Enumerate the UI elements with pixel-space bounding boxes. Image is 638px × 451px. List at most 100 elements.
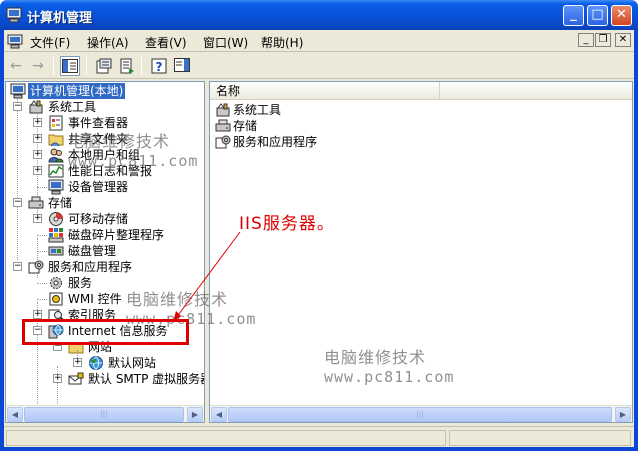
smtp-server-icon	[68, 372, 84, 385]
tree-line	[37, 251, 47, 252]
tree-line	[37, 235, 47, 236]
expand-toggle[interactable]: +	[33, 166, 42, 175]
toolbar-separator	[53, 57, 54, 75]
tree-node-label: 事件查看器	[68, 116, 129, 130]
scroll-left-button[interactable]: ◀	[211, 407, 227, 422]
menu-file[interactable]: 文件(F)	[30, 34, 70, 51]
gear-icon	[50, 277, 62, 289]
properties-button[interactable]	[94, 56, 114, 76]
shared-folder-icon	[48, 134, 64, 147]
scroll-thumb[interactable]: |||	[228, 407, 612, 422]
expand-toggle[interactable]: +	[33, 118, 42, 127]
collapse-toggle[interactable]: −	[13, 262, 22, 271]
tree-node-label: 可移动存储	[68, 212, 129, 226]
menu-window[interactable]: 窗口(W)	[203, 34, 248, 51]
expand-toggle[interactable]: +	[73, 358, 82, 367]
wmi-icon	[49, 292, 63, 306]
scroll-right-button[interactable]: ▶	[187, 407, 203, 422]
removable-storage-icon	[49, 212, 63, 226]
export-list-button[interactable]	[117, 56, 137, 76]
close-button[interactable]: ✕	[611, 5, 632, 26]
details-horizontal-scrollbar[interactable]: ◀ ||| ▶	[210, 405, 632, 422]
tree-node-label: 磁盘管理	[68, 244, 117, 258]
tree-line	[17, 97, 18, 260]
tree-node-label: 计算机管理(本地)	[28, 83, 126, 99]
back-button[interactable]: ←	[6, 56, 26, 76]
tree-node-label: 性能日志和警报	[68, 164, 153, 178]
tools-icon	[216, 103, 230, 117]
menu-bar: 文件(F) 操作(A) 查看(V) 窗口(W) 帮助(H) _ ❐ ✕	[4, 30, 634, 52]
scroll-thumb[interactable]: |||	[24, 407, 184, 422]
toolbar: ← → ?	[4, 53, 634, 79]
list-item-label: 系统工具	[233, 103, 282, 117]
maximize-button[interactable]: □	[587, 5, 608, 26]
details-pane[interactable]: 名称 系统工具 存储 服务和应用程序 ◀ ||| ▶	[209, 81, 633, 423]
tree-node-label: 服务和应用程序	[48, 260, 133, 274]
scroll-left-button[interactable]: ◀	[7, 407, 23, 422]
tree-line	[37, 283, 47, 284]
services-apps-icon	[215, 135, 231, 149]
iis-highlight-box	[22, 319, 189, 345]
status-bar	[4, 426, 634, 447]
action-pane-icon	[174, 58, 190, 72]
svg-text:?: ?	[156, 60, 163, 74]
list-item-label: 存储	[233, 119, 258, 133]
show-hide-action-pane-button[interactable]	[172, 56, 192, 76]
forward-button[interactable]: →	[28, 56, 48, 76]
column-header: 名称	[210, 82, 632, 100]
expand-toggle[interactable]: +	[53, 374, 62, 383]
menu-action[interactable]: 操作(A)	[87, 34, 129, 51]
expand-toggle[interactable]: +	[33, 150, 42, 159]
annotation-label: IIS服务器。	[239, 214, 335, 234]
toolbar-separator	[86, 57, 87, 75]
tree-line	[37, 299, 47, 300]
show-hide-tree-button[interactable]	[60, 56, 80, 76]
client-area: 文件(F) 操作(A) 查看(V) 窗口(W) 帮助(H) _ ❐ ✕ ← →	[4, 30, 634, 447]
collapse-toggle[interactable]: −	[13, 102, 22, 111]
defrag-icon	[48, 228, 64, 243]
tree-node-label: 磁盘碎片整理程序	[68, 228, 165, 242]
toolbar-separator	[141, 57, 142, 75]
computer-icon	[10, 83, 26, 99]
tools-icon	[29, 100, 43, 114]
mdi-restore-button[interactable]: ❐	[595, 33, 611, 47]
event-viewer-icon	[49, 115, 63, 131]
help-icon: ?	[151, 58, 167, 74]
tree-node-label: 默认 SMTP 虚拟服务器	[88, 372, 205, 386]
help-button[interactable]: ?	[149, 56, 169, 76]
tree-node-label: 设备管理器	[68, 180, 129, 194]
menu-help[interactable]: 帮助(H)	[261, 34, 303, 51]
status-cell	[449, 430, 631, 446]
console-tree-pane[interactable]: 计算机管理(本地) − 系统工具 + 事件查看器 + 共享文件夹 + 本地用户和…	[5, 81, 205, 423]
tree-node-label: 共享文件夹	[68, 132, 129, 146]
tree-node-label: 服务	[68, 276, 93, 290]
scroll-right-button[interactable]: ▶	[615, 407, 631, 422]
expand-toggle[interactable]: +	[33, 214, 42, 223]
expand-toggle[interactable]: +	[33, 134, 42, 143]
mdi-close-button[interactable]: ✕	[615, 33, 631, 47]
users-icon	[48, 148, 64, 163]
list-item-label: 服务和应用程序	[233, 135, 318, 149]
storage-icon	[215, 119, 231, 132]
title-bar[interactable]: 计算机管理 _ □ ✕	[0, 0, 638, 30]
tree-node-label: 本地用户和组	[68, 148, 141, 162]
tree-line	[37, 187, 47, 188]
expand-toggle[interactable]: +	[33, 310, 42, 319]
disk-management-icon	[48, 246, 64, 256]
globe-icon	[89, 356, 103, 371]
name-column-header[interactable]: 名称	[210, 82, 440, 100]
computer-management-icon	[6, 7, 22, 23]
properties-icon	[96, 58, 112, 74]
mdi-minimize-button[interactable]: _	[578, 33, 594, 47]
tree-node-label: 存储	[48, 196, 73, 210]
performance-logs-icon	[48, 164, 64, 178]
storage-icon	[28, 196, 44, 209]
minimize-button[interactable]: _	[563, 5, 584, 26]
tree-horizontal-scrollbar[interactable]: ◀ ||| ▶	[6, 405, 204, 422]
mmc-document-icon[interactable]	[7, 33, 23, 49]
status-cell	[6, 430, 446, 446]
console-tree-icon	[62, 59, 78, 73]
menu-view[interactable]: 查看(V)	[145, 34, 187, 51]
services-apps-icon	[28, 260, 44, 274]
collapse-toggle[interactable]: −	[13, 198, 22, 207]
